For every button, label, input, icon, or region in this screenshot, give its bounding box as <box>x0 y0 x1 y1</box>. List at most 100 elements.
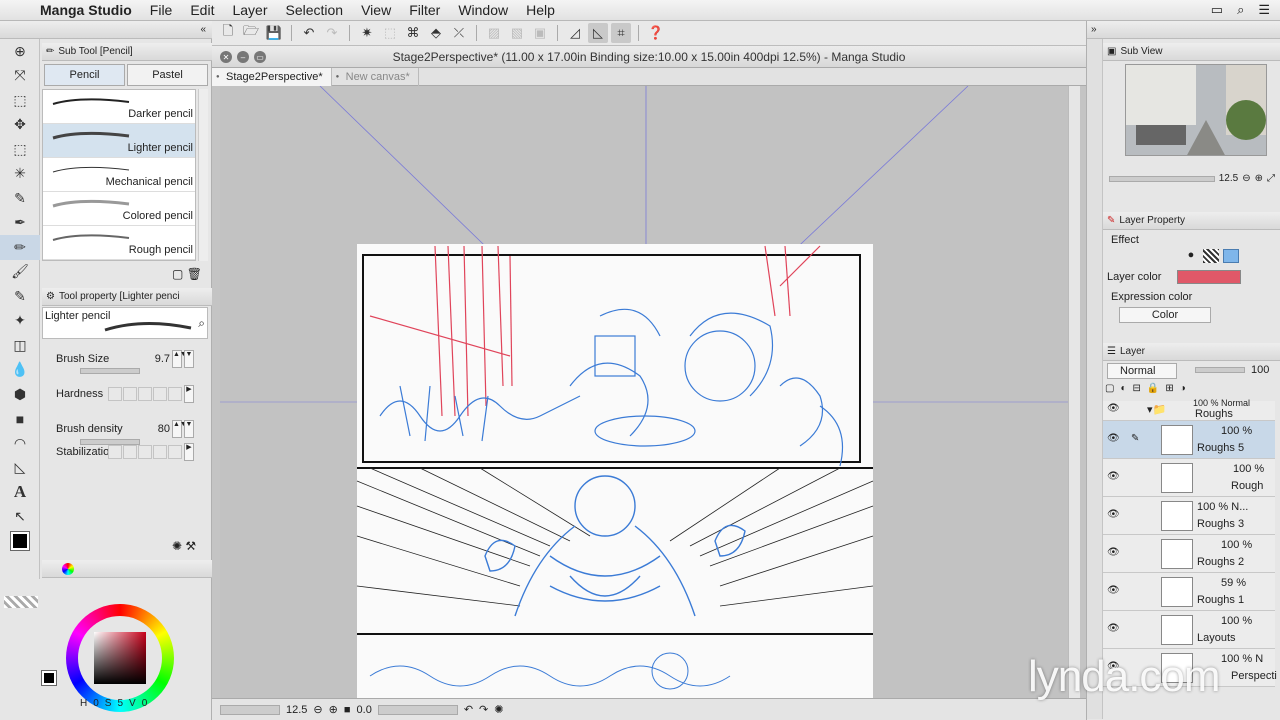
transparent-swatch[interactable] <box>4 596 38 608</box>
sub-view-fit-icon[interactable]: ⤢ <box>1267 173 1275 184</box>
effect-layer-color-icon[interactable] <box>1223 249 1239 263</box>
menu-edit[interactable]: Edit <box>190 2 214 18</box>
move-tool-icon[interactable]: ⤧ <box>0 64 40 89</box>
eye-icon[interactable]: 👁 <box>1107 585 1120 596</box>
figure-tool-icon[interactable]: ◠ <box>0 431 40 456</box>
tab-new-canvas[interactable]: New canvas* <box>332 67 419 86</box>
layer-row[interactable]: 👁 100 % N... Roughs 3 <box>1103 497 1275 535</box>
expression-color-select[interactable]: Color <box>1119 307 1211 323</box>
hardness-arrow[interactable]: ▶ <box>184 385 194 403</box>
menu-file[interactable]: File <box>150 2 173 18</box>
transform-icon[interactable]: ⌘ <box>403 23 423 43</box>
main-color-swatch[interactable] <box>0 529 40 554</box>
eye-icon[interactable]: 👁 <box>1107 403 1120 414</box>
reset-rotation-icon[interactable]: ✺ <box>494 703 503 716</box>
layer-row[interactable]: 👁 59 % Roughs 1 <box>1103 573 1275 611</box>
lock-icon[interactable]: 🔒 <box>1147 383 1159 394</box>
settings-icon[interactable]: ⚒ <box>185 539 196 553</box>
color-wheel-tab-icon[interactable] <box>62 562 74 575</box>
effect-tone-icon[interactable] <box>1203 249 1219 263</box>
new-raster-layer-icon[interactable]: ▢ <box>1105 383 1114 394</box>
layer-row[interactable]: 👁 100 % Rough <box>1103 459 1275 497</box>
invert-icon[interactable]: ▧ <box>507 23 527 43</box>
tab-pencil[interactable]: Pencil <box>44 64 125 86</box>
lock-alpha-icon[interactable]: ⊞ <box>1165 383 1173 394</box>
pencil-tool-icon[interactable]: ✏ <box>0 235 40 260</box>
redo-icon[interactable]: ↷ <box>322 23 342 43</box>
layer-row[interactable]: 👁 100 % Roughs 2 <box>1103 535 1275 573</box>
zoom-window-icon[interactable]: ▭ <box>254 51 266 63</box>
brush-item[interactable]: Darker pencil <box>43 90 195 124</box>
brush-item[interactable]: Lighter pencil <box>43 124 195 158</box>
fit-icon[interactable]: ■ <box>344 704 351 716</box>
eyedropper-tool-icon[interactable]: ✎ <box>0 186 40 211</box>
effect-border-icon[interactable]: ● <box>1183 249 1199 263</box>
blend-tool-icon[interactable]: 💧 <box>0 358 40 383</box>
layer-row[interactable]: 👁 100 % Layouts <box>1103 611 1275 649</box>
pen-tool-icon[interactable]: ✒ <box>0 211 40 236</box>
show-area-icon[interactable]: ▨ <box>484 23 504 43</box>
tab-pastel[interactable]: Pastel <box>127 64 208 86</box>
expand-icon[interactable]: ▣ <box>530 23 550 43</box>
menu-window[interactable]: Window <box>458 2 508 18</box>
rotation-slider[interactable] <box>377 704 458 715</box>
search-icon[interactable]: ⌕ <box>1237 2 1244 18</box>
mask-icon[interactable]: ◐ <box>1120 383 1126 394</box>
menu-filter[interactable]: Filter <box>409 2 440 18</box>
sub-view-zoom-out-icon[interactable]: ⊖ <box>1242 173 1250 184</box>
airbrush-tool-icon[interactable]: ✎ <box>0 284 40 309</box>
deselect-icon[interactable]: ⤫ <box>449 23 469 43</box>
brush-size-dropdown[interactable]: ▼ <box>184 350 194 368</box>
trash-icon[interactable]: 🗑 <box>187 267 202 281</box>
snap-grid-icon[interactable]: ⌗ <box>611 23 631 43</box>
brush-item[interactable]: Mechanical pencil <box>43 158 195 192</box>
selection-tool-icon[interactable]: ⬚ <box>0 137 40 162</box>
opacity-slider[interactable] <box>1195 367 1245 373</box>
eye-icon[interactable]: 👁 <box>1107 471 1120 482</box>
eye-icon[interactable]: 👁 <box>1107 547 1120 558</box>
brush-list-scrollbar[interactable] <box>198 89 208 261</box>
display-icon[interactable]: ▭ <box>1211 2 1223 18</box>
close-window-icon[interactable]: ✕ <box>220 51 232 63</box>
menu-selection[interactable]: Selection <box>286 2 344 18</box>
open-icon[interactable]: 🗁 <box>241 23 261 43</box>
brush-size-value[interactable]: 9.7 <box>155 353 170 365</box>
canvas-vertical-scrollbar[interactable] <box>1068 86 1080 698</box>
menu-view[interactable]: View <box>361 2 391 18</box>
fill-tool-icon[interactable]: ⬢ <box>0 382 40 407</box>
rotate-left-icon[interactable]: ↶ <box>464 703 473 716</box>
list-icon[interactable]: ☰ <box>1258 2 1270 18</box>
crop-icon[interactable]: ⬚ <box>380 23 400 43</box>
zoom-out-icon[interactable]: ⊖ <box>313 703 322 716</box>
menu-help[interactable]: Help <box>526 2 555 18</box>
ruler-layer-icon[interactable]: ⊟ <box>1133 383 1141 394</box>
eraser-tool-icon[interactable]: ◫ <box>0 333 40 358</box>
help-icon[interactable]: ❓ <box>646 23 666 43</box>
layer-folder[interactable]: 👁 ▾📁 100 % Normal Roughs <box>1103 398 1275 421</box>
minimize-window-icon[interactable]: – <box>237 51 249 63</box>
brush-item[interactable]: Colored pencil <box>43 192 195 226</box>
canvas[interactable] <box>220 86 1068 698</box>
ruler-tool-icon[interactable]: ◺ <box>0 456 40 481</box>
saturation-square[interactable] <box>94 632 146 684</box>
new-brush-icon[interactable]: ▢ <box>172 267 183 281</box>
sub-view-zoom-in-icon[interactable]: ⊕ <box>1255 173 1263 184</box>
reset-icon[interactable]: ✺ <box>172 539 182 553</box>
object-tool-icon[interactable]: ↖ <box>0 505 40 530</box>
text-tool-icon[interactable]: A <box>0 480 40 505</box>
zoom-in-icon[interactable]: ⊕ <box>329 703 338 716</box>
layer-color-swatch[interactable] <box>1177 270 1241 284</box>
new-file-icon[interactable]: 🗋 <box>218 23 238 43</box>
current-color-swatch[interactable] <box>41 670 57 686</box>
operation-tool-icon[interactable]: ⬚ <box>0 88 40 113</box>
magnify-icon[interactable]: ⌕ <box>198 316 205 331</box>
undo-icon[interactable]: ↶ <box>299 23 319 43</box>
sub-view-image[interactable] <box>1125 64 1267 156</box>
zoom-tool-icon[interactable]: ⊕ <box>0 39 40 64</box>
zoom-value[interactable]: 12.5 <box>286 704 307 716</box>
snap-ruler-icon[interactable]: ◿ <box>565 23 585 43</box>
brush-tool-icon[interactable]: 🖌 <box>0 260 40 285</box>
brush-size-spinner[interactable]: ▲▼ <box>172 350 187 368</box>
move-layer-tool-icon[interactable]: ✥ <box>0 113 40 138</box>
brush-item[interactable]: Rough pencil <box>43 226 195 260</box>
